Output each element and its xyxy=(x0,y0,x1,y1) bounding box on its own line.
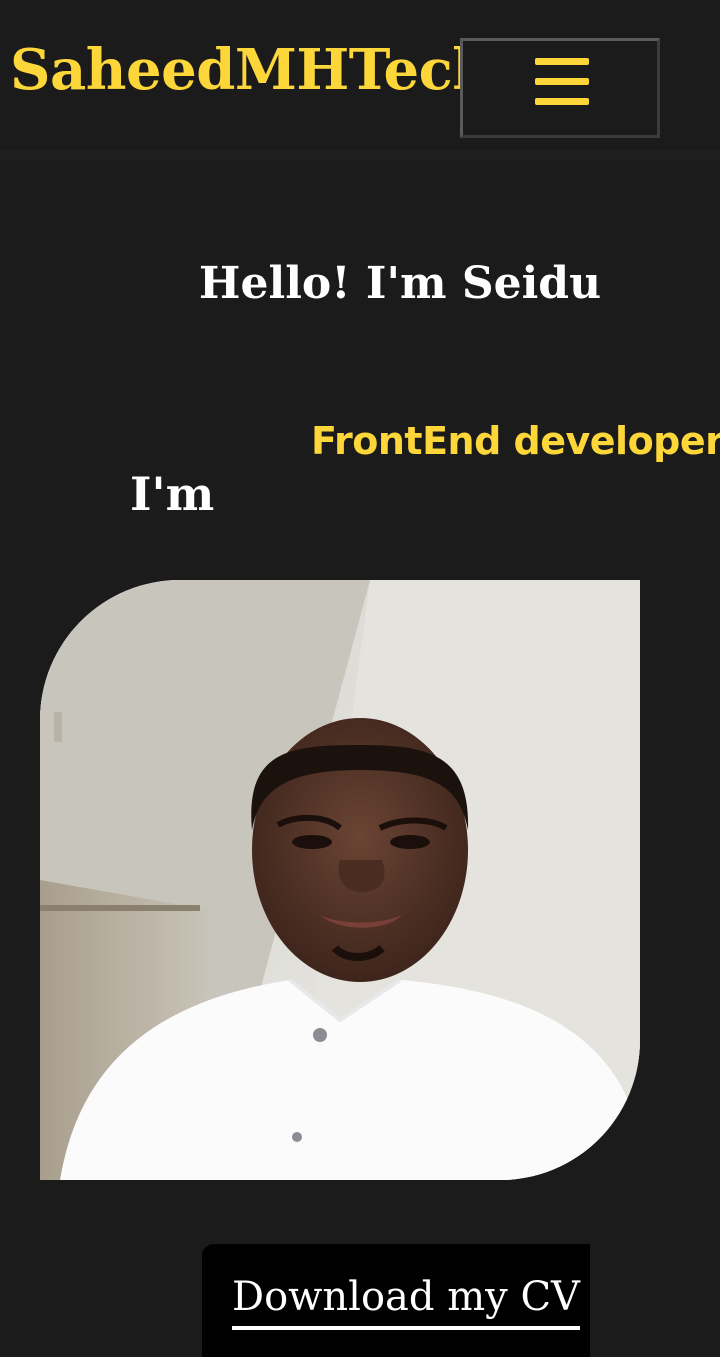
profile-photo xyxy=(40,580,640,1180)
download-cv-button[interactable]: Download my CV xyxy=(202,1244,590,1357)
intro-prefix: I'm xyxy=(130,467,215,521)
role-typed-text: FrontEnd developer xyxy=(311,419,720,463)
navbar: SaheedMHTech xyxy=(0,0,720,158)
hamburger-menu-button[interactable] xyxy=(460,38,660,138)
navbar-divider xyxy=(0,150,720,160)
brand-logo-text[interactable]: SaheedMHTech xyxy=(10,36,493,104)
greeting-heading: Hello! I'm Seidu xyxy=(198,258,602,309)
profile-photo-illustration xyxy=(40,580,640,1180)
hamburger-menu-icon-bar xyxy=(535,98,589,105)
download-cv-label: Download my CV xyxy=(232,1270,580,1330)
hamburger-menu-icon-bar xyxy=(535,78,589,85)
hamburger-menu-icon xyxy=(535,58,589,65)
